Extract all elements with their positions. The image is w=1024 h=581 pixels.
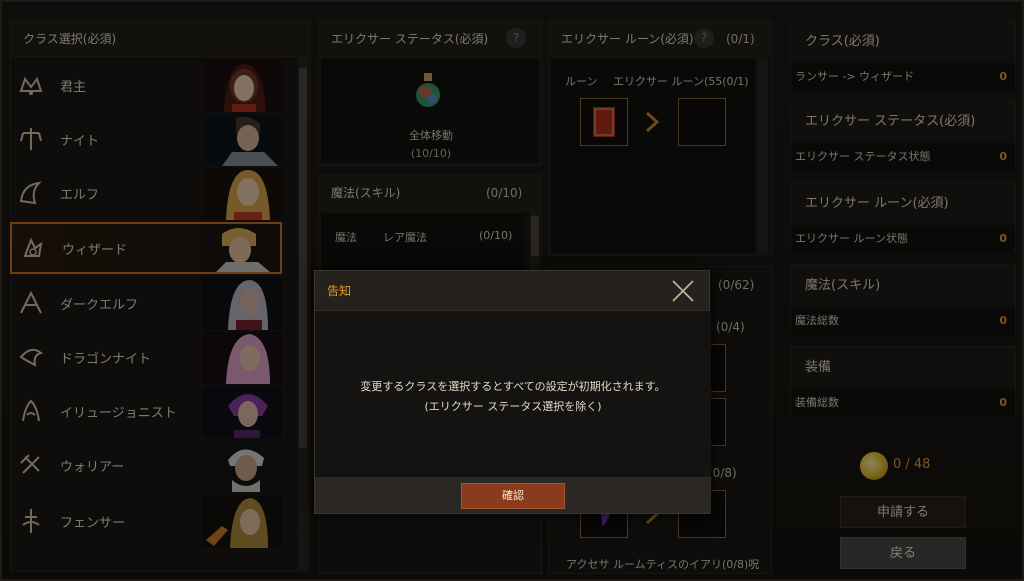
notice-dialog: 告知 変更するクラスを選択するとすべての設定が初期化されます。 (エリクサー ス…	[314, 270, 711, 514]
confirm-button[interactable]: 確認	[461, 483, 565, 509]
notice-message-line2: (エリクサー ステータス選択を除く)	[424, 400, 602, 413]
close-icon[interactable]	[671, 279, 695, 303]
notice-footer: 確認	[315, 477, 711, 513]
notice-message-line1: 変更するクラスを選択するとすべての設定が初期化されます。	[360, 380, 666, 393]
notice-title: 告知	[315, 271, 709, 311]
notice-body: 変更するクラスを選択するとすべての設定が初期化されます。 (エリクサー ステータ…	[315, 311, 711, 479]
